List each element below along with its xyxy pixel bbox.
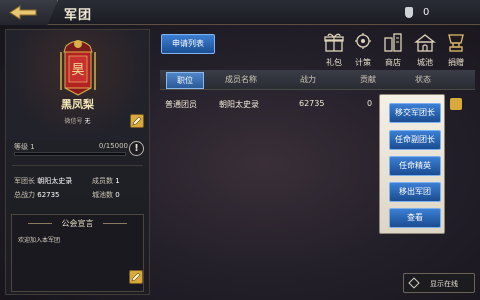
top-bar: 军团 0 [0, 0, 480, 25]
remove-member-button[interactable]: 移出军团 [389, 182, 441, 202]
level-value: 1 [30, 143, 35, 151]
member-action-menu: 移交军团长 任命副团长 任命精英 移出军团 查看 [379, 94, 445, 234]
guild-name: 黑凤梨 [61, 98, 94, 111]
cell-contribution: 0 [367, 99, 373, 108]
stat-label: 城池数 [92, 191, 113, 199]
emblem-character: 昊 [71, 63, 84, 78]
shop-icon [384, 33, 402, 52]
wechat-info: 微信号 无 [6, 116, 149, 125]
feature-gift[interactable]: 礼包 [320, 32, 348, 67]
guild-notice: 公会宣言 欢迎加入本军团 [11, 214, 144, 292]
notice-text: 欢迎加入本军团 [18, 237, 61, 244]
level-text: 等级 1 [14, 142, 35, 152]
apply-list-button[interactable]: 申请列表 [161, 34, 215, 54]
view-member-button[interactable]: 查看 [389, 208, 441, 228]
strategy-icon [355, 33, 371, 49]
level-label: 等级 [14, 143, 28, 151]
column-header-contribution[interactable]: 贡献 [360, 74, 376, 85]
column-header-position[interactable]: 职位 [166, 72, 204, 89]
stat-value: 62735 [37, 191, 60, 199]
edit-notice-button[interactable] [129, 270, 143, 284]
gift-icon [324, 33, 344, 52]
stat-cities: 城池数 0 [92, 190, 120, 200]
divider [12, 165, 143, 166]
stat-label: 总战力 [14, 191, 35, 199]
column-header-status[interactable]: 状态 [415, 74, 431, 85]
wechat-value: 无 [84, 118, 91, 125]
stat-value: 0 [115, 191, 120, 199]
xp-bar [14, 152, 126, 156]
show-online-toggle[interactable]: 显示在线 [403, 273, 475, 293]
column-header-power[interactable]: 战力 [300, 74, 316, 85]
feature-shop[interactable]: 商店 [379, 32, 407, 67]
feature-label: 礼包 [326, 58, 342, 67]
row-settings-icon[interactable] [450, 98, 462, 110]
pencil-icon [132, 116, 142, 126]
city-icon [414, 34, 436, 52]
guild-banner-icon: 昊 [60, 40, 96, 96]
feature-label: 商店 [385, 58, 401, 67]
feature-city[interactable]: 城池 [411, 32, 439, 67]
appoint-elite-button[interactable]: 任命精英 [389, 156, 441, 176]
level-info-button[interactable]: ! [129, 141, 144, 156]
cell-power: 62735 [299, 99, 325, 108]
back-arrow-icon [9, 5, 37, 20]
feature-label: 城池 [417, 58, 433, 67]
currency-value: 0 [423, 7, 430, 18]
stat-label: 军团长 [14, 177, 35, 185]
feature-donate[interactable]: 捐赠 [442, 32, 470, 67]
pencil-icon [131, 272, 141, 282]
table-header: 职位 成员名称 战力 贡献 状态 [160, 70, 475, 90]
notice-title: 公会宣言 [12, 218, 143, 229]
cell-position: 普通团员 [165, 100, 197, 109]
feature-label: 计策 [355, 58, 371, 67]
stat-members: 成员数 1 [92, 176, 120, 186]
cell-name: 朝阳太史录 [219, 100, 259, 109]
donate-icon [448, 34, 464, 52]
currency-display: 0 [405, 3, 480, 22]
feature-label: 捐赠 [448, 58, 464, 67]
stat-label: 成员数 [92, 177, 113, 185]
stat-value: 1 [115, 177, 120, 185]
page-title: 军团 [64, 8, 93, 23]
back-button[interactable] [0, 0, 58, 25]
silver-gem-icon [405, 7, 413, 18]
column-header-name[interactable]: 成员名称 [225, 74, 257, 85]
transfer-leader-button[interactable]: 移交军团长 [389, 103, 441, 123]
show-online-label: 显示在线 [430, 280, 458, 288]
edit-name-button[interactable] [130, 114, 144, 128]
wechat-label: 微信号 [64, 118, 83, 125]
xp-text: 0/15000 [98, 142, 128, 150]
stat-leader: 军团长 朝阳太史录 [14, 176, 72, 186]
feature-strategy[interactable]: 计策 [349, 32, 377, 67]
checkbox-diamond-icon [408, 277, 420, 289]
emblem-area: 昊 黑凤梨 微信号 无 [6, 30, 149, 140]
stat-value: 朝阳太史录 [37, 177, 73, 185]
guild-info-panel: 昊 黑凤梨 微信号 无 等级 1 0/15000 ! 军团长 朝阳太史录 成员数 [5, 29, 150, 295]
stat-power: 总战力 62735 [14, 190, 60, 200]
appoint-vice-leader-button[interactable]: 任命副团长 [389, 130, 441, 150]
